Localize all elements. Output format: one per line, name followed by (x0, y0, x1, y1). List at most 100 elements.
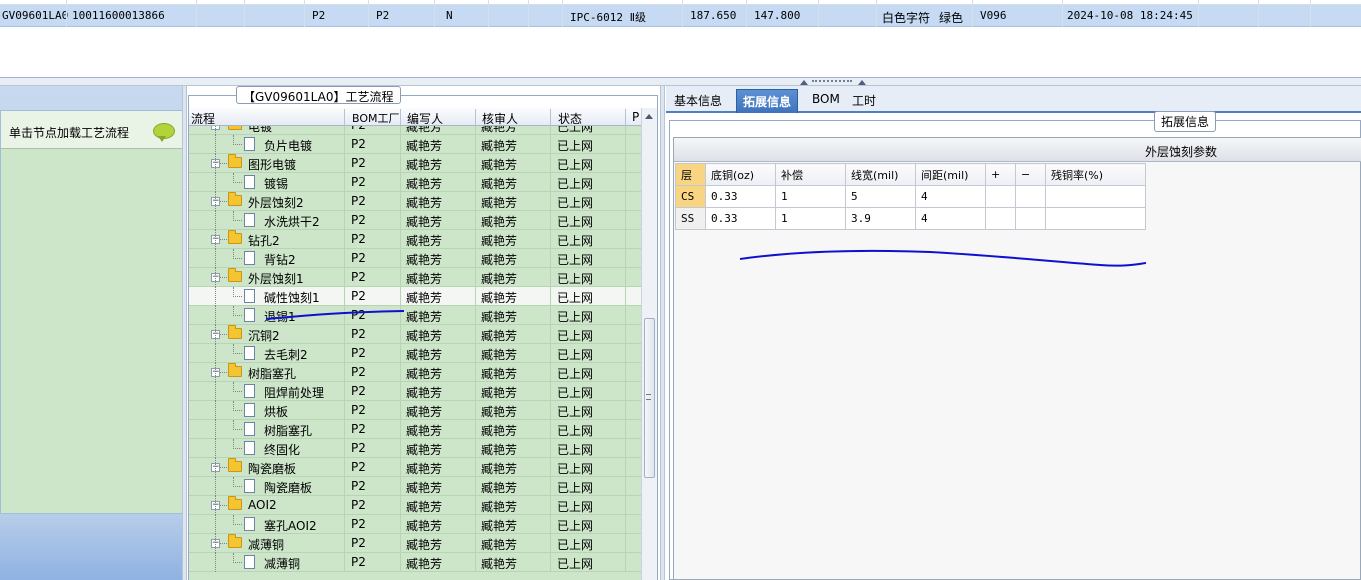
tree-row[interactable]: − 树脂塞孔 P2 臧艳芳 臧艳芳 已上网 (189, 363, 641, 382)
navigator-hint-bar[interactable]: 单击节点加载工艺流程 (1, 111, 182, 149)
tree-row[interactable]: 阻焊前处理 P2 臧艳芳 臧艳芳 已上网 (189, 382, 641, 401)
cell-plus[interactable] (985, 185, 1016, 208)
folder-icon (228, 268, 242, 282)
tree-status: 已上网 (557, 348, 594, 362)
tree-row[interactable]: −电镀P2臧艳芳臧艳芳已上网 (189, 126, 641, 135)
cell-minus[interactable] (1015, 185, 1046, 208)
folder-icon (228, 325, 242, 339)
col-header-p[interactable]: P (632, 110, 639, 124)
col-plus[interactable]: + (985, 163, 1016, 186)
col-header-reviewer[interactable]: 核审人 (482, 110, 518, 127)
tree-node-label: AOI2 (248, 498, 277, 512)
selected-record-row[interactable]: GV09601LA0 10011600013866 P2 P2 N IPC-60… (0, 5, 1361, 27)
tree-writer: 臧艳芳 (406, 538, 443, 552)
col-header-flow[interactable]: 流程 (191, 110, 215, 127)
cell-factory: P2 (376, 9, 390, 22)
cell-base-copper[interactable]: 0.33 (705, 207, 776, 230)
process-flow-title: 【GV09601LA0】工艺流程 (236, 86, 401, 104)
tree-row[interactable]: − 图形电镀 P2 臧艳芳 臧艳芳 已上网 (189, 154, 641, 173)
cell-compensation[interactable]: 1 (775, 185, 846, 208)
navigator-hint-text: 单击节点加载工艺流程 (9, 126, 130, 140)
tree-row[interactable]: 陶瓷磨板 P2 臧艳芳 臧艳芳 已上网 (189, 477, 641, 496)
tree-row[interactable]: − 陶瓷磨板 P2 臧艳芳 臧艳芳 已上网 (189, 458, 641, 477)
tree-reviewer: 臧艳芳 (481, 481, 518, 495)
tree-status: 已上网 (557, 405, 594, 419)
cell-compensation[interactable]: 1 (775, 207, 846, 230)
tree-reviewer: 臧艳芳 (481, 310, 518, 324)
tree-row[interactable]: 减薄铜 P2 臧艳芳 臧艳芳 已上网 (189, 553, 641, 572)
col-residual-copper[interactable]: 残铜率(%) (1045, 163, 1146, 186)
tree-row[interactable]: 烘板 P2 臧艳芳 臧艳芳 已上网 (189, 401, 641, 420)
cell-base-copper[interactable]: 0.33 (705, 185, 776, 208)
tree-writer: 臧艳芳 (406, 196, 443, 210)
tab-extended-info[interactable]: 拓展信息 (736, 89, 799, 113)
tree-row[interactable]: 去毛刺2 P2 臧艳芳 臧艳芳 已上网 (189, 344, 641, 363)
speech-bubble-icon[interactable] (153, 123, 175, 142)
cell-line-width[interactable]: 5 (845, 185, 916, 208)
col-layer[interactable]: 层 (675, 163, 706, 186)
horizontal-splitter[interactable] (0, 78, 1361, 86)
tab-bom[interactable]: BOM (806, 89, 846, 113)
tree-row[interactable]: − 沉铜2 P2 臧艳芳 臧艳芳 已上网 (189, 325, 641, 344)
document-icon (244, 346, 255, 360)
process-navigator: 单击节点加载工艺流程 (0, 110, 183, 514)
cell-residual-copper[interactable] (1045, 207, 1146, 230)
tree-bom-factory: P2 (351, 422, 366, 436)
tree-row[interactable]: 水洗烘干2 P2 臧艳芳 臧艳芳 已上网 (189, 211, 641, 230)
tree-row[interactable]: 背钻2 P2 臧艳芳 臧艳芳 已上网 (189, 249, 641, 268)
process-tree: −电镀P2臧艳芳臧艳芳已上网负片电镀P2臧艳芳臧艳芳已上网−图形电镀P2臧艳芳臧… (189, 126, 641, 580)
col-header-status[interactable]: 状态 (558, 110, 582, 127)
tree-reviewer: 臧艳芳 (481, 253, 518, 267)
col-line-width[interactable]: 线宽(mil) (845, 163, 916, 186)
scroll-up-icon[interactable] (645, 114, 653, 119)
details-tabs: 基本信息 拓展信息 BOM 工时 (666, 86, 1361, 113)
tab-basic-info[interactable]: 基本信息 (668, 89, 728, 113)
etch-row-ss[interactable]: SS 0.33 1 3.9 4 (675, 207, 1146, 230)
tree-scrollbar[interactable] (641, 108, 657, 580)
tree-row[interactable]: − AOI2 P2 臧艳芳 臧艳芳 已上网 (189, 496, 641, 515)
cell-residual-copper[interactable] (1045, 185, 1146, 208)
tree-status: 已上网 (557, 443, 594, 457)
col-header-bom[interactable]: BOM工厂 (352, 110, 400, 126)
tree-bom-factory: P2 (351, 308, 366, 322)
collapse-arrow-icon[interactable] (800, 80, 808, 85)
col-base-copper[interactable]: 底铜(oz) (705, 163, 776, 186)
tree-row[interactable]: − 钻孔2 P2 臧艳芳 臧艳芳 已上网 (189, 230, 641, 249)
document-icon (244, 308, 255, 322)
cell-spacing[interactable]: 4 (915, 207, 986, 230)
col-spacing[interactable]: 间距(mil) (915, 163, 986, 186)
tree-row[interactable]: 退锡1 P2 臧艳芳 臧艳芳 已上网 (189, 306, 641, 325)
tree-reviewer: 臧艳芳 (481, 158, 518, 172)
tree-row[interactable]: − 外层蚀刻2 P2 臧艳芳 臧艳芳 已上网 (189, 192, 641, 211)
tree-row[interactable]: 塞孔AOI2 P2 臧艳芳 臧艳芳 已上网 (189, 515, 641, 534)
tree-header: 流程 BOM工厂 编写人 核审人 状态 P (189, 108, 641, 126)
cell-spacing[interactable]: 4 (915, 185, 986, 208)
tree-bom-factory: P2 (351, 441, 366, 455)
splitter-grip-icon[interactable] (812, 80, 852, 83)
tree-row[interactable]: − 外层蚀刻1 P2 臧艳芳 臧艳芳 已上网 (189, 268, 641, 287)
tab-work-hours[interactable]: 工时 (846, 89, 882, 113)
cell-minus[interactable] (1015, 207, 1046, 230)
cell-layer[interactable]: CS (675, 185, 706, 208)
middle-splitter[interactable] (660, 86, 665, 580)
tree-node-label: 减薄铜 (248, 538, 285, 552)
tree-node-label: 烘板 (264, 405, 289, 419)
extended-info-title: 拓展信息 (1154, 111, 1217, 132)
tree-row[interactable]: 镀锡 P2 臧艳芳 臧艳芳 已上网 (189, 173, 641, 192)
tree-row[interactable]: 树脂塞孔 P2 臧艳芳 臧艳芳 已上网 (189, 420, 641, 439)
tree-row[interactable]: 终固化 P2 臧艳芳 臧艳芳 已上网 (189, 439, 641, 458)
cell-plus[interactable] (985, 207, 1016, 230)
tree-row[interactable]: − 减薄铜 P2 臧艳芳 臧艳芳 已上网 (189, 534, 641, 553)
col-compensation[interactable]: 补偿 (775, 163, 846, 186)
tree-row[interactable]: 负片电镀 P2 臧艳芳 臧艳芳 已上网 (189, 135, 641, 154)
expand-arrow-icon[interactable] (858, 80, 866, 85)
col-minus[interactable]: − (1015, 163, 1046, 186)
tree-row[interactable]: 碱性蚀刻1 P2 臧艳芳 臧艳芳 已上网 (189, 287, 641, 306)
cell-line-width[interactable]: 3.9 (845, 207, 916, 230)
folder-icon (228, 154, 242, 168)
col-header-writer[interactable]: 编写人 (407, 110, 443, 127)
document-icon (244, 479, 255, 493)
etch-row-cs[interactable]: CS 0.33 1 5 4 (675, 185, 1146, 208)
left-splitter[interactable] (182, 86, 187, 580)
cell-layer[interactable]: SS (675, 207, 706, 230)
